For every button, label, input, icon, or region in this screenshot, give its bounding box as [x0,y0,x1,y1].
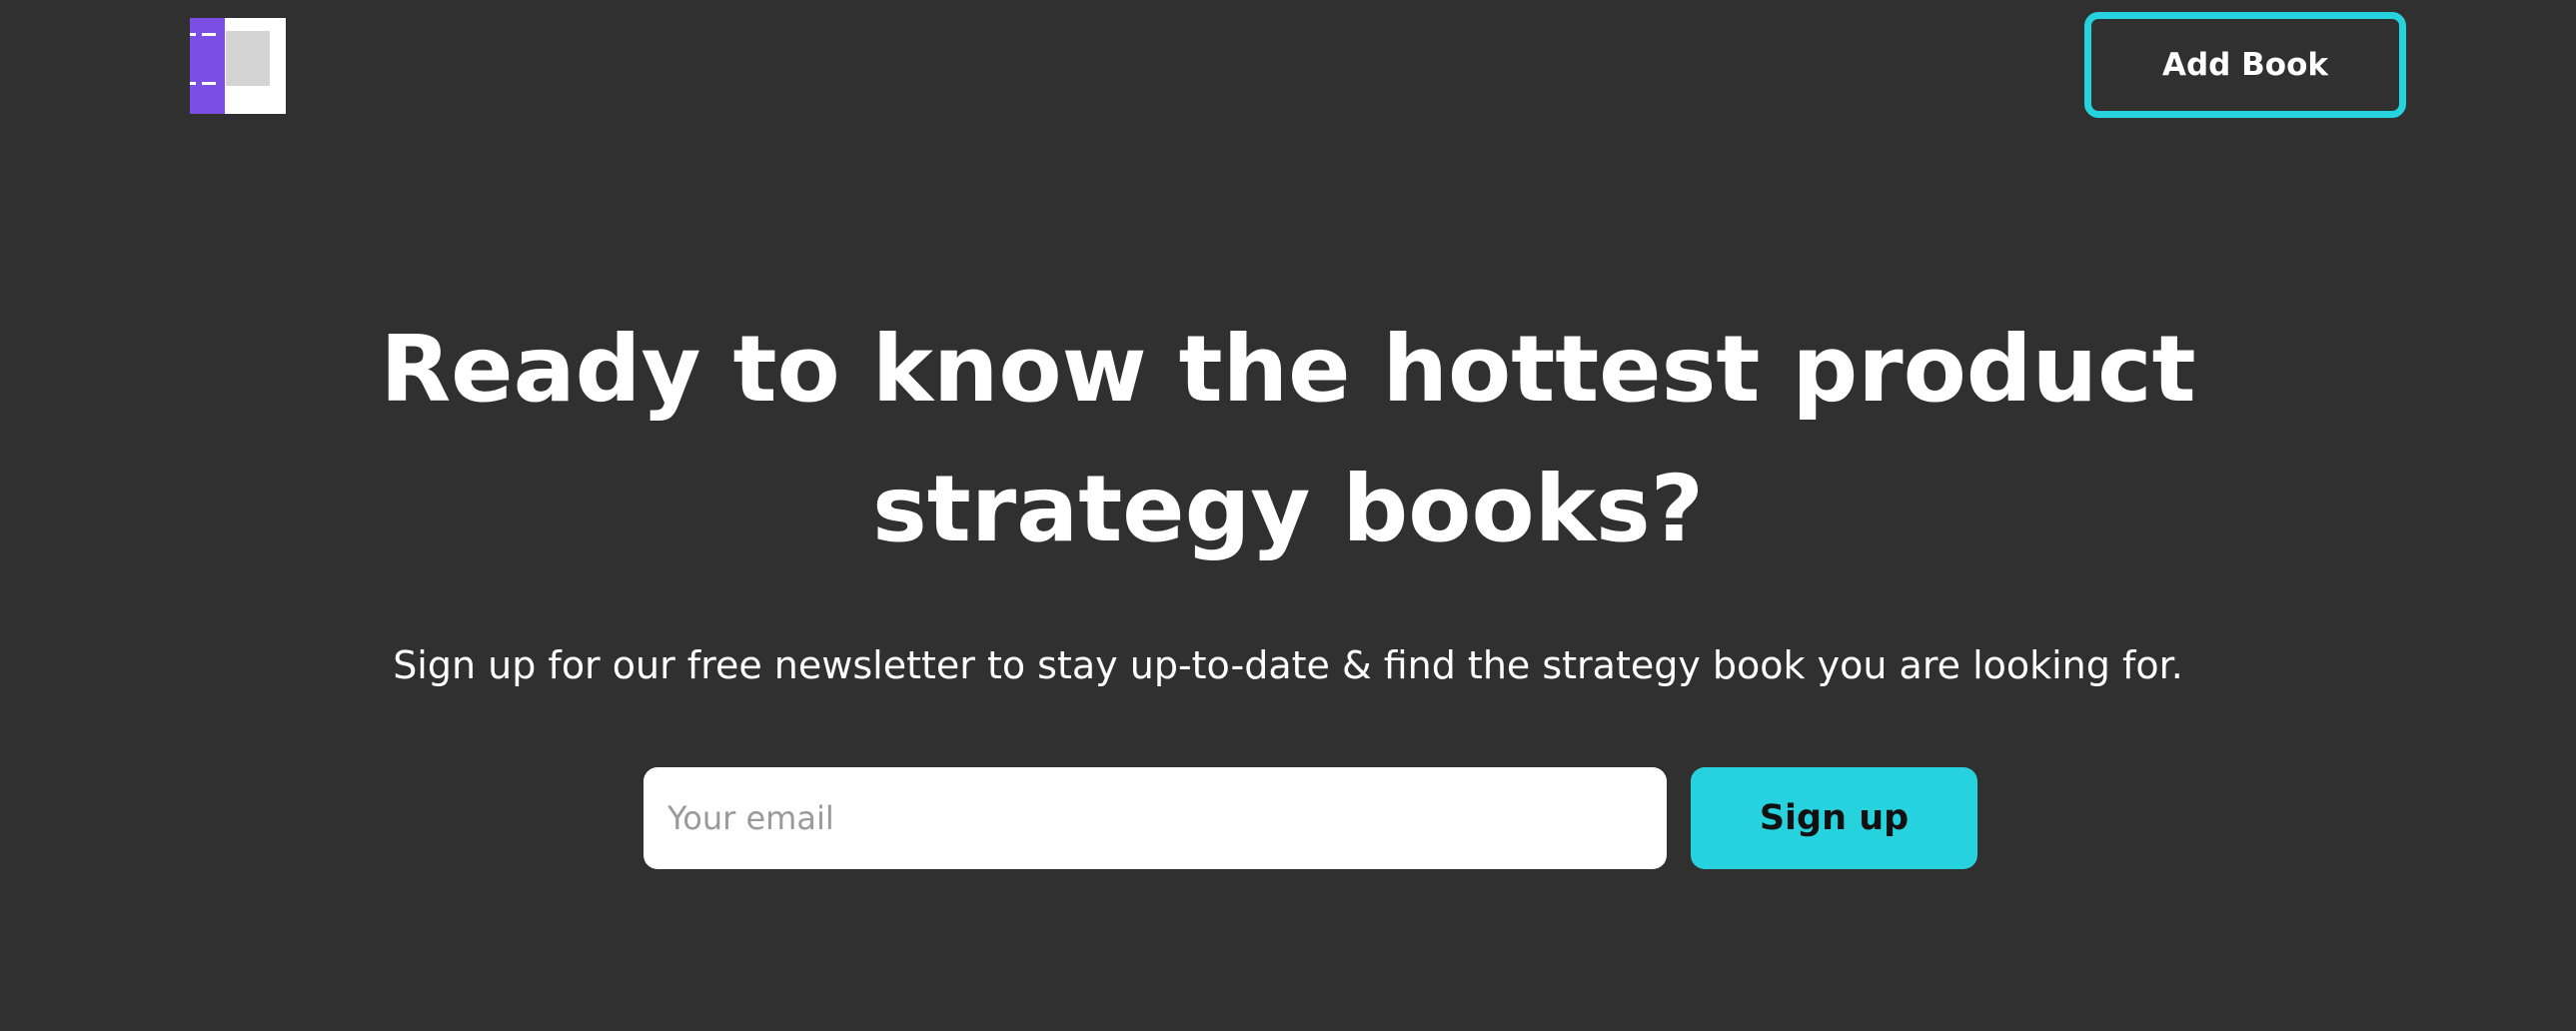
signup-button[interactable]: Sign up [1691,767,1977,869]
logo-stitch-top-left [190,33,196,36]
logo-stitch-bottom-right [202,82,216,85]
add-book-button[interactable]: Add Book [2084,12,2406,118]
landing-page: Add Book Ready to know the hottest produ… [0,0,2576,1031]
book-logo-icon[interactable] [190,18,286,114]
hero-title: Ready to know the hottest product strate… [380,316,2196,562]
logo-stitch-bottom-left [190,82,196,85]
email-input[interactable] [644,767,1667,869]
hero-subtitle: Sign up for our free newsletter to stay … [393,643,2183,687]
logo-label [226,31,270,86]
logo-stitch-top-right [202,33,216,36]
